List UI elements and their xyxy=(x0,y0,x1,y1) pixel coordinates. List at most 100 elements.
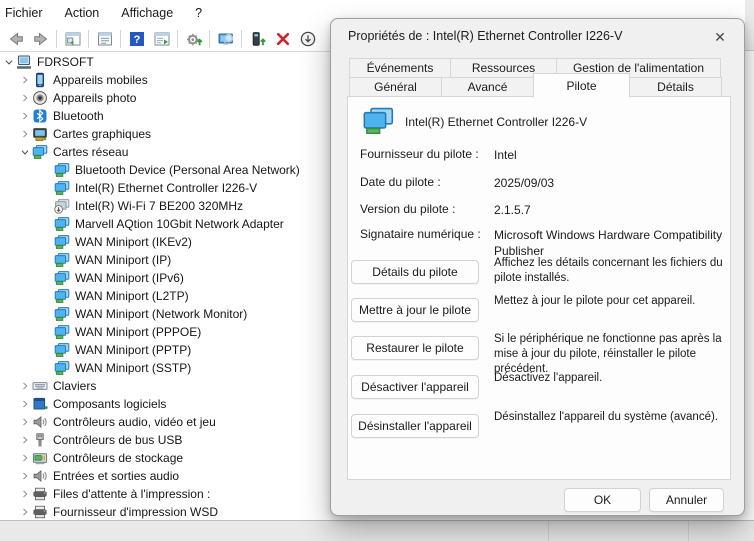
audio-icon xyxy=(32,468,48,484)
forward-button[interactable] xyxy=(28,27,53,50)
tree-label: Intel(R) Ethernet Controller I226-V xyxy=(75,181,257,195)
driver-upgrade-button[interactable] xyxy=(245,27,270,50)
back-button[interactable] xyxy=(3,27,28,50)
background-divider xyxy=(688,521,689,541)
action-description: Affichez les détails concernant les fich… xyxy=(494,256,728,286)
ok-button[interactable]: OK xyxy=(564,488,641,512)
chevron-right-icon[interactable] xyxy=(18,396,32,412)
tab-g-n-ral[interactable]: Général xyxy=(349,77,442,97)
tree-label: WAN Miniport (IPv6) xyxy=(75,271,184,285)
disable-button[interactable] xyxy=(295,27,320,50)
tree-label: Bluetooth Device (Personal Area Network) xyxy=(75,163,300,177)
keyboard-icon xyxy=(32,378,48,394)
network-icon xyxy=(54,162,70,178)
storage-icon xyxy=(32,450,48,466)
chevron-right-icon[interactable] xyxy=(18,486,32,502)
chevron-down-icon[interactable] xyxy=(18,144,32,160)
mettre-jour-le-pilote-button[interactable]: Mettre à jour le pilote xyxy=(351,298,479,322)
audio-icon xyxy=(32,414,48,430)
tree-label: Intel(R) Wi-Fi 7 BE200 320MHz xyxy=(75,199,243,213)
background-window-body xyxy=(745,50,754,520)
console-window-button[interactable] xyxy=(60,27,85,50)
background-bottom-strip xyxy=(0,520,754,541)
d-sactiver-l-appareil-button[interactable]: Désactiver l'appareil xyxy=(351,375,479,399)
toolbar-separator xyxy=(177,30,178,48)
background-window-edge xyxy=(745,0,754,520)
tree-label: WAN Miniport (PPTP) xyxy=(75,343,191,357)
tree-label: WAN Miniport (IKEv2) xyxy=(75,235,192,249)
dialog-title: Propriétés de : Intel(R) Ethernet Contro… xyxy=(348,29,622,43)
disable-icon xyxy=(299,30,317,48)
tree-label: WAN Miniport (SSTP) xyxy=(75,361,191,375)
chevron-spacer xyxy=(40,234,54,250)
screen: FichierActionAffichage? ? FDRSOFTApparei… xyxy=(0,0,754,541)
remove-button[interactable] xyxy=(270,27,295,50)
remove-icon xyxy=(274,30,292,48)
tab-row-front: GénéralAvancéPiloteDétails xyxy=(349,77,721,97)
network-disabled-icon xyxy=(54,198,70,214)
chevron-spacer xyxy=(40,270,54,286)
field-value-fournisseur-du-pilote: Intel xyxy=(494,147,728,163)
list-view-button[interactable] xyxy=(149,27,174,50)
tree-label: Entrées et sorties audio xyxy=(53,469,179,483)
chevron-right-icon[interactable] xyxy=(18,108,32,124)
tab-d-tails[interactable]: Détails xyxy=(629,77,722,97)
tree-label: Bluetooth xyxy=(53,109,104,123)
menu-item-action[interactable]: Action xyxy=(54,2,111,24)
action-description: Désactivez l'appareil. xyxy=(494,371,728,386)
chevron-right-icon[interactable] xyxy=(18,72,32,88)
field-value-signataire-num-rique: Microsoft Windows Hardware Compatibility… xyxy=(494,227,728,259)
properties-window-button[interactable] xyxy=(92,27,117,50)
tab-v-nements[interactable]: Événements xyxy=(349,58,451,78)
network-icon xyxy=(54,234,70,250)
update-driver-button[interactable] xyxy=(181,27,206,50)
tree-label: Claviers xyxy=(53,379,96,393)
chevron-down-icon[interactable] xyxy=(2,54,16,70)
help-button[interactable]: ? xyxy=(124,27,149,50)
tree-label: Marvell AQtion 10Gbit Network Adapter xyxy=(75,217,284,231)
menu-item-fichier[interactable]: Fichier xyxy=(0,2,54,24)
cancel-button[interactable]: Annuler xyxy=(649,488,724,512)
svg-text:?: ? xyxy=(133,34,140,46)
mobile-icon xyxy=(32,72,48,88)
chevron-spacer xyxy=(40,180,54,196)
chevron-right-icon[interactable] xyxy=(18,126,32,142)
close-icon[interactable]: ✕ xyxy=(708,26,732,48)
network-adapter-icon xyxy=(362,107,394,134)
tree-label: Appareils photo xyxy=(53,91,136,105)
restaurer-le-pilote-button[interactable]: Restaurer le pilote xyxy=(351,336,479,360)
tree-label: Appareils mobiles xyxy=(53,73,148,87)
chevron-right-icon[interactable] xyxy=(18,468,32,484)
chevron-right-icon[interactable] xyxy=(18,378,32,394)
tab-avanc[interactable]: Avancé xyxy=(441,77,534,97)
chevron-right-icon[interactable] xyxy=(18,90,32,106)
menu-item-item[interactable]: ? xyxy=(184,2,213,24)
tree-label: Cartes graphiques xyxy=(53,127,151,141)
background-divider xyxy=(548,521,549,541)
computer-icon xyxy=(16,54,32,70)
update-driver-icon xyxy=(185,30,203,48)
toolbar-separator xyxy=(241,30,242,48)
chevron-right-icon[interactable] xyxy=(18,450,32,466)
d-sinstaller-l-appareil-button[interactable]: Désinstaller l'appareil xyxy=(351,414,479,438)
toolbar-separator xyxy=(88,30,89,48)
chevron-spacer xyxy=(40,306,54,322)
chevron-right-icon[interactable] xyxy=(18,414,32,430)
list-view-icon xyxy=(153,30,171,48)
scan-hardware-button[interactable] xyxy=(213,27,238,50)
field-label-fournisseur-du-pilote: Fournisseur du pilote : xyxy=(360,147,479,161)
toolbar-separator xyxy=(209,30,210,48)
gpu-icon xyxy=(32,126,48,142)
tree-label: Fournisseur d'impression WSD xyxy=(53,505,218,519)
chevron-spacer xyxy=(40,252,54,268)
menu-item-affichage[interactable]: Affichage xyxy=(110,2,184,24)
tab-pilote[interactable]: Pilote xyxy=(533,73,630,98)
forward-icon xyxy=(32,30,50,48)
chevron-right-icon[interactable] xyxy=(18,504,32,520)
chevron-right-icon[interactable] xyxy=(18,432,32,448)
tree-label: Contrôleurs audio, vidéo et jeu xyxy=(53,415,216,429)
device-name: Intel(R) Ethernet Controller I226-V xyxy=(405,115,587,129)
properties-window-icon xyxy=(96,30,114,48)
printer-icon xyxy=(32,504,48,520)
d-tails-du-pilote-button[interactable]: Détails du pilote xyxy=(351,260,479,284)
